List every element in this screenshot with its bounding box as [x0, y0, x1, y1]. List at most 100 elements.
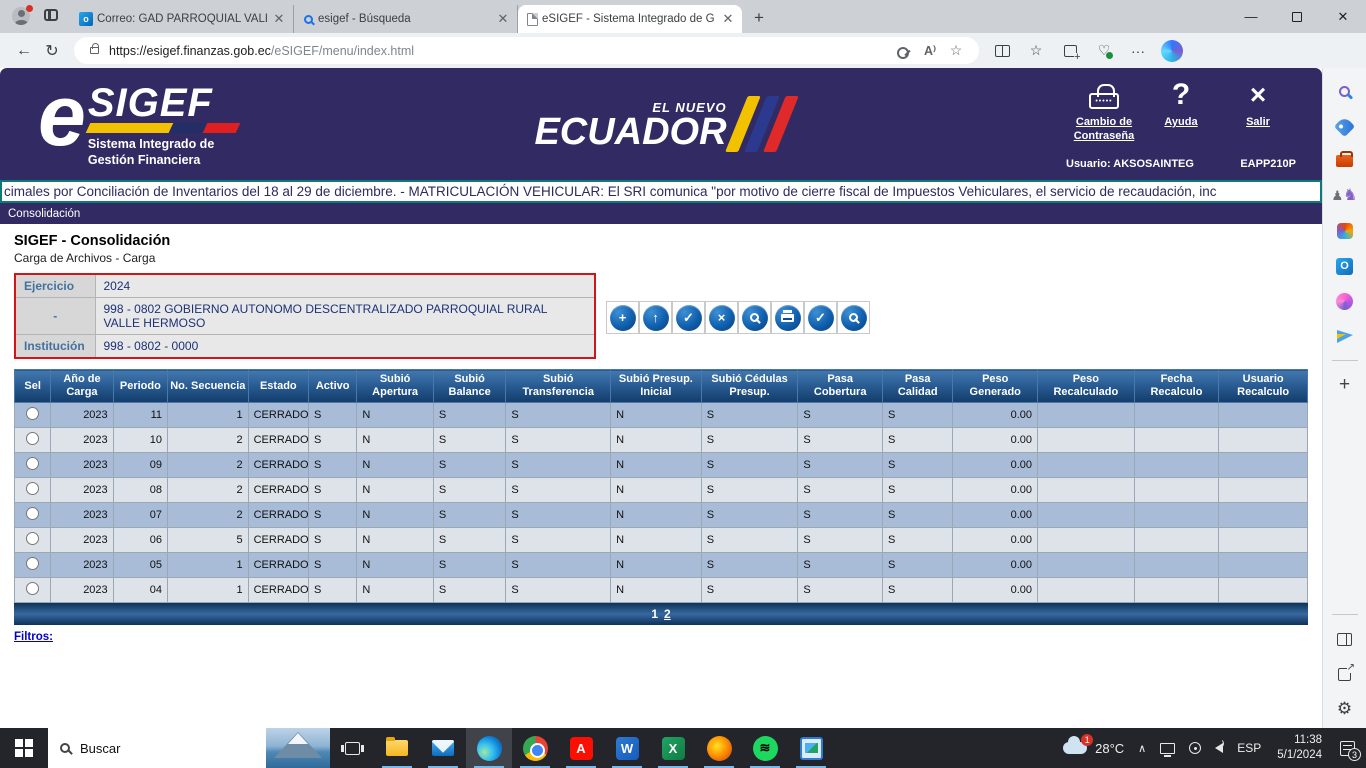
new-record-button[interactable]: +: [606, 301, 639, 334]
upload-file-button[interactable]: ↑: [639, 301, 672, 334]
browser-essentials-button[interactable]: ♡: [1089, 37, 1119, 65]
start-button[interactable]: [0, 728, 48, 768]
filters-link[interactable]: Filtros:: [14, 631, 53, 643]
update-status-button[interactable]: [1183, 728, 1207, 768]
row-select-radio[interactable]: [26, 557, 39, 570]
page-number-link[interactable]: 2: [664, 607, 671, 621]
table-cell: [1038, 528, 1135, 553]
sidebar-designer-button[interactable]: [1334, 290, 1356, 312]
read-aloud-button[interactable]: A⁾: [917, 38, 943, 64]
sidebar-open-external-button[interactable]: [1334, 663, 1356, 685]
profile-button[interactable]: [6, 3, 36, 29]
table-cell: S: [433, 428, 506, 453]
delete-file-button[interactable]: ×: [705, 301, 738, 334]
query-all-button[interactable]: [837, 301, 870, 334]
tab-close-icon[interactable]: ✕: [271, 11, 287, 27]
favorites-button[interactable]: ☆: [1021, 37, 1051, 65]
confirm-button[interactable]: ✓: [804, 301, 837, 334]
taskbar-photos[interactable]: [788, 728, 834, 768]
sidebar-add-button[interactable]: +: [1334, 374, 1356, 396]
table-cell: S: [309, 578, 357, 603]
hidden-icons-button[interactable]: ∧: [1132, 728, 1152, 768]
sidebar-outlook-button[interactable]: O: [1334, 255, 1356, 277]
row-select-radio[interactable]: [26, 507, 39, 520]
table-cell: S: [433, 478, 506, 503]
tab-busqueda[interactable]: esigef - Búsqueda ✕: [294, 5, 518, 33]
taskbar-firefox[interactable]: [696, 728, 742, 768]
print-button[interactable]: [771, 301, 804, 334]
split-screen-button[interactable]: [987, 37, 1017, 65]
column-header: Peso Generado: [953, 370, 1038, 403]
taskbar-excel[interactable]: X: [650, 728, 696, 768]
shopping-tag-icon: [1334, 115, 1355, 136]
task-view-button[interactable]: [330, 728, 374, 768]
sidebar-drop-button[interactable]: [1334, 325, 1356, 347]
change-password-link[interactable]: ••••• Cambio de Contraseña: [1066, 78, 1142, 144]
row-select-radio[interactable]: [26, 532, 39, 545]
taskbar-acrobat[interactable]: A: [558, 728, 604, 768]
maximize-button[interactable]: [1274, 0, 1320, 33]
preview-file-button[interactable]: [738, 301, 771, 334]
column-header: Peso Recalculado: [1038, 370, 1135, 403]
notification-center-button[interactable]: 3: [1332, 728, 1362, 768]
search-highlight-image[interactable]: [266, 728, 330, 768]
url-field[interactable]: https://esigef.finanzas.gob.ec/eSIGEF/me…: [74, 37, 979, 64]
new-tab-button[interactable]: +: [746, 5, 772, 31]
table-cell: [1038, 553, 1135, 578]
favorite-star-button[interactable]: ☆: [943, 38, 969, 64]
taskbar-search-box[interactable]: Buscar: [48, 728, 330, 768]
collections-button[interactable]: [1055, 37, 1085, 65]
copilot-button[interactable]: [1157, 37, 1187, 65]
tab-actions-button[interactable]: [38, 4, 64, 26]
row-select-radio[interactable]: [26, 432, 39, 445]
file-explorer-icon: [386, 740, 408, 756]
weather-widget[interactable]: 1 28°C: [1057, 728, 1130, 768]
edge-icon: [477, 736, 502, 761]
logout-link[interactable]: × Salir: [1220, 78, 1296, 130]
sidebar-settings-button[interactable]: ⚙: [1334, 698, 1356, 720]
sidebar-tools-button[interactable]: [1334, 150, 1356, 172]
table-cell: CERRADO: [248, 578, 308, 603]
taskbar-mail[interactable]: [420, 728, 466, 768]
minimize-button[interactable]: —: [1228, 0, 1274, 33]
row-select-radio[interactable]: [26, 457, 39, 470]
help-link[interactable]: ? Ayuda: [1143, 78, 1219, 130]
language-indicator[interactable]: ESP: [1231, 728, 1267, 768]
sidebar-shopping-button[interactable]: [1334, 115, 1356, 137]
taskbar-word[interactable]: W: [604, 728, 650, 768]
outlook-icon: o: [79, 12, 93, 26]
clock[interactable]: 11:38 5/1/2024: [1269, 733, 1330, 763]
taskbar-chrome[interactable]: [512, 728, 558, 768]
validate-file-button[interactable]: ✓: [672, 301, 705, 334]
table-cell: [15, 453, 51, 478]
refresh-button[interactable]: ↻: [38, 37, 66, 65]
row-select-radio[interactable]: [26, 407, 39, 420]
row-select-radio[interactable]: [26, 482, 39, 495]
tab-esigef-active[interactable]: eSIGEF - Sistema Integrado de G ✕: [518, 5, 742, 33]
password-key-button[interactable]: [891, 38, 917, 64]
tab-close-icon[interactable]: ✕: [720, 11, 736, 27]
sidebar-m365-button[interactable]: [1334, 220, 1356, 242]
url-text[interactable]: https://esigef.finanzas.gob.ec/eSIGEF/me…: [109, 44, 891, 58]
back-button[interactable]: ←: [10, 37, 38, 65]
close-window-button[interactable]: ✕: [1320, 0, 1366, 33]
form-label-institucion: Institución: [15, 335, 95, 359]
settings-menu-button[interactable]: ···: [1123, 37, 1153, 65]
taskbar-spotify[interactable]: ≋: [742, 728, 788, 768]
row-select-radio[interactable]: [26, 582, 39, 595]
sidebar-panel-button[interactable]: [1334, 628, 1356, 650]
table-cell: S: [882, 428, 952, 453]
taskbar-edge[interactable]: [466, 728, 512, 768]
sidebar-search-button[interactable]: [1334, 80, 1356, 102]
tab-close-icon[interactable]: ✕: [495, 11, 511, 27]
taskbar-file-explorer[interactable]: [374, 728, 420, 768]
tab-title: esigef - Búsqueda: [318, 13, 491, 25]
network-button[interactable]: [1154, 728, 1181, 768]
table-cell: [1038, 478, 1135, 503]
news-marquee: cimales por Conciliación de Inventarios …: [0, 180, 1322, 203]
sidebar-games-button[interactable]: ♟♞: [1334, 185, 1356, 207]
tab-correo[interactable]: o Correo: GAD PARROQUIAL VALLE ✕: [70, 5, 294, 33]
acrobat-icon: A: [570, 737, 593, 760]
help-icon: ?: [1172, 78, 1190, 112]
volume-button[interactable]: [1209, 728, 1229, 768]
